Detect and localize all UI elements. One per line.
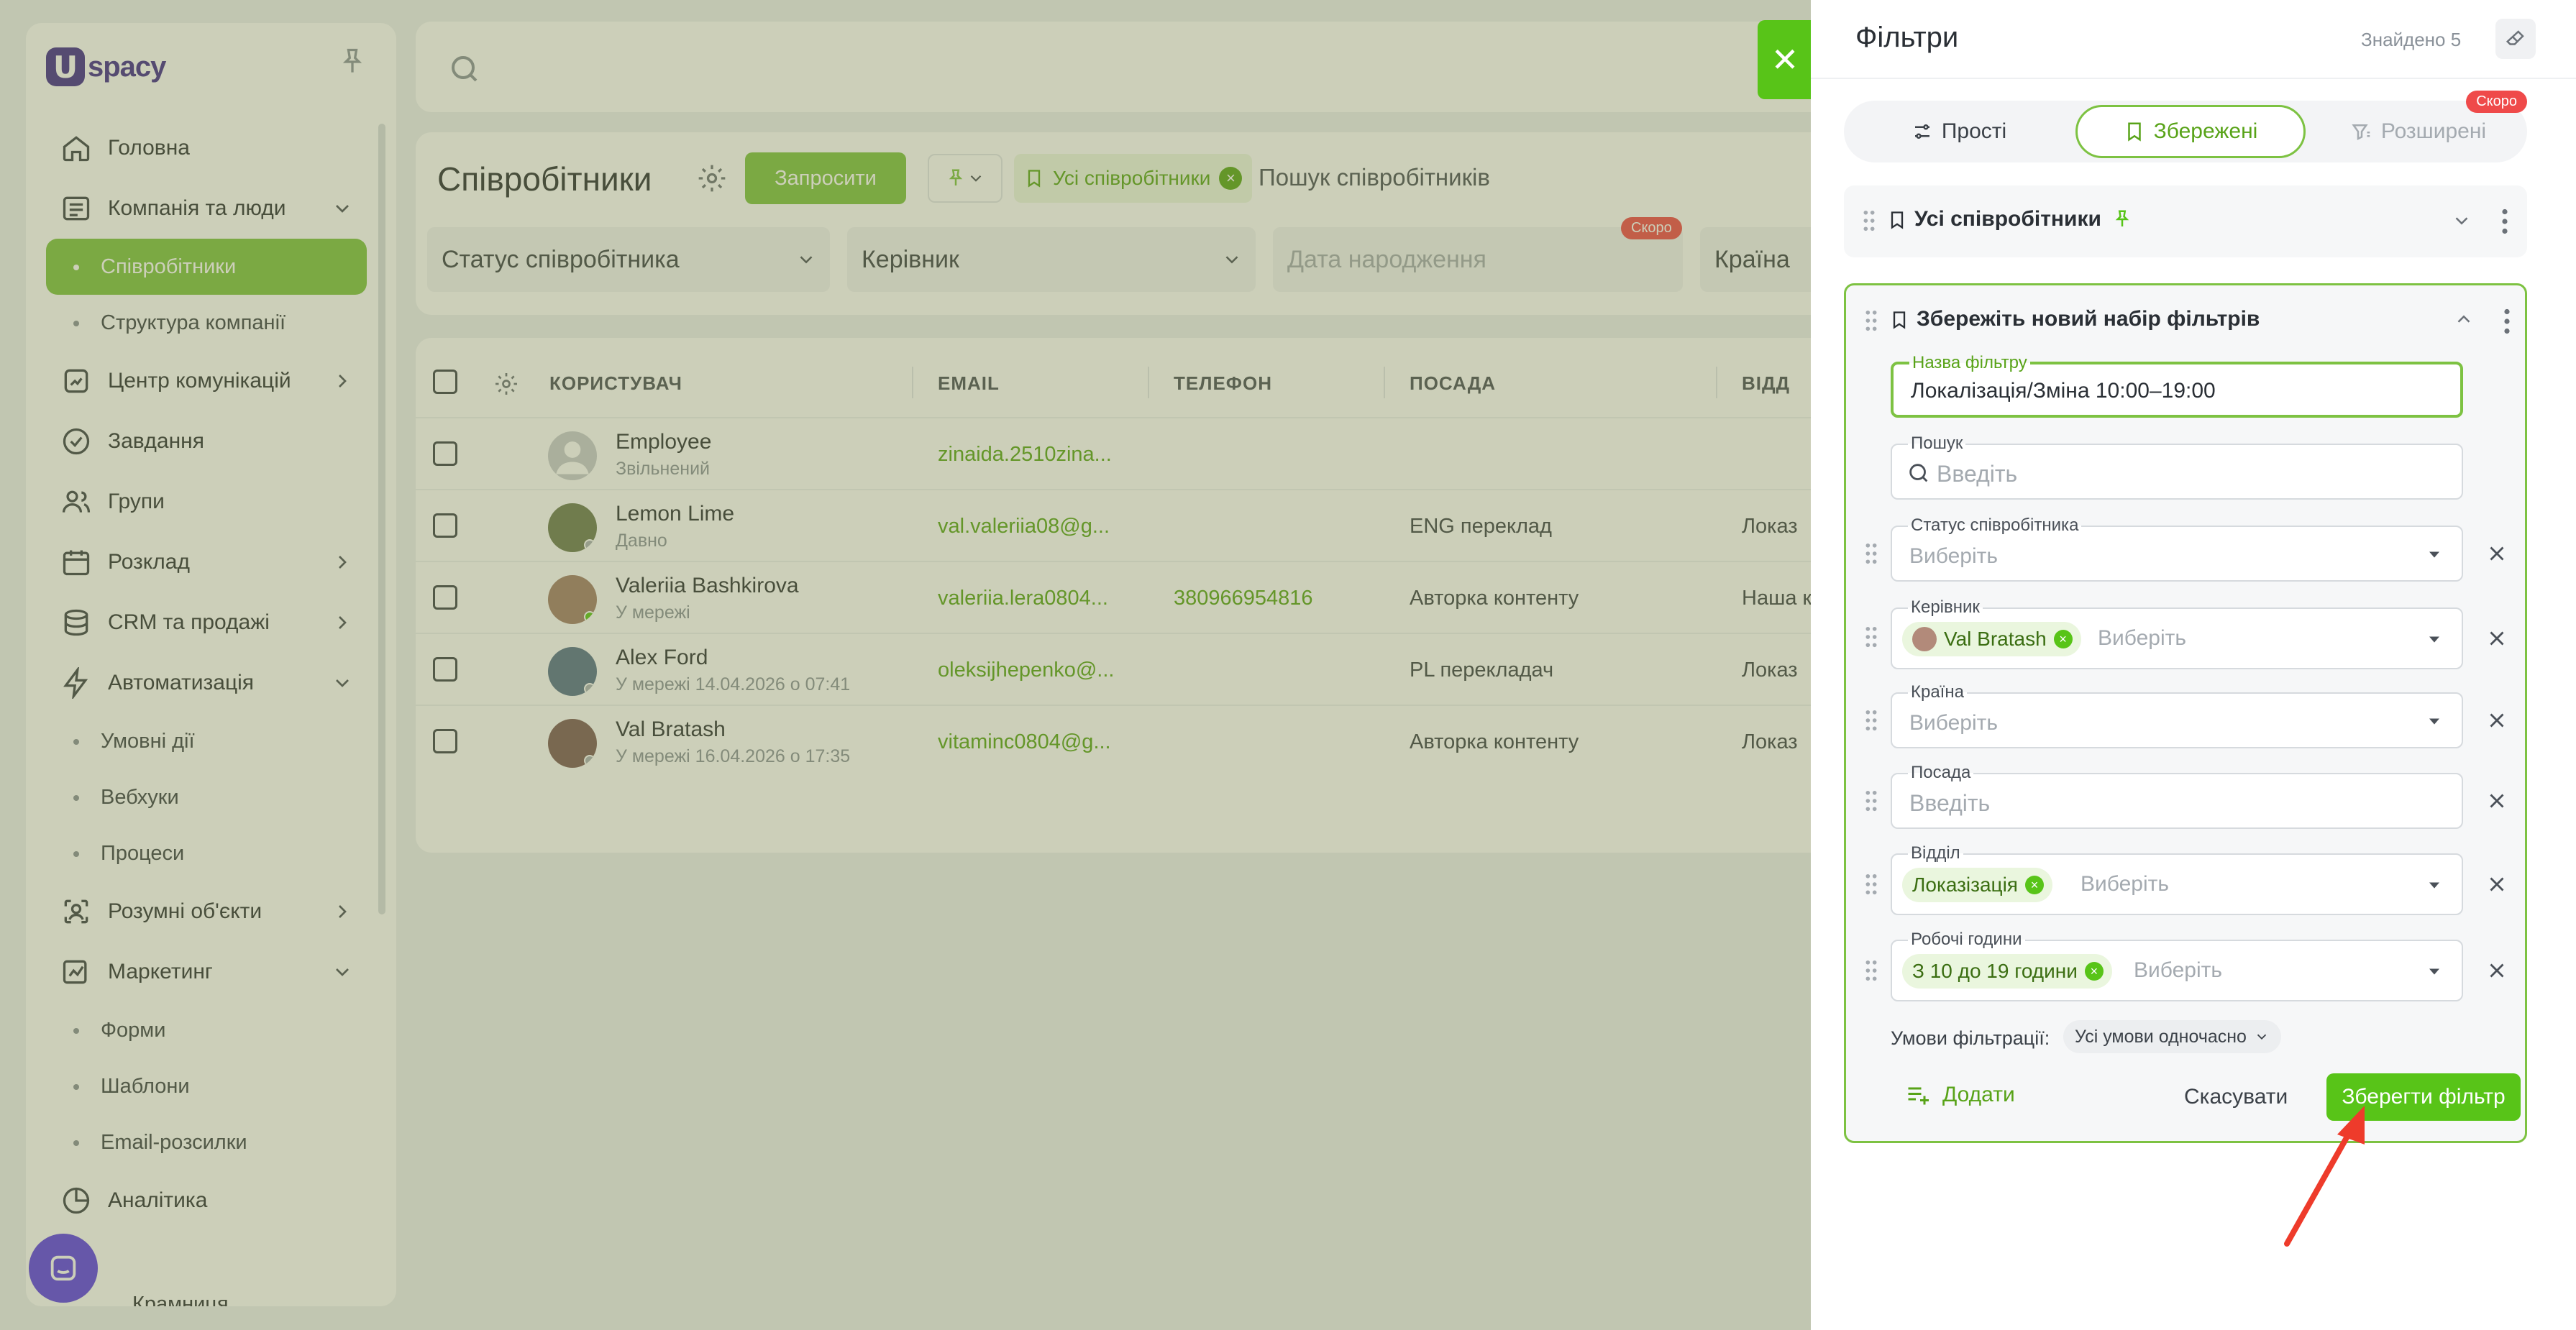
remove-field-icon[interactable] bbox=[2485, 541, 2509, 566]
field-label: Посада bbox=[1908, 763, 1974, 783]
tab-saved[interactable]: Збережені bbox=[2075, 105, 2306, 158]
close-icon: ✕ bbox=[1771, 41, 1799, 78]
conditions-dropdown[interactable]: Усі умови одночасно bbox=[2063, 1020, 2281, 1053]
position-input[interactable]: Посада Введіть bbox=[1891, 763, 2463, 829]
chip-label: Локазізація bbox=[1912, 873, 2018, 896]
remove-chip-icon[interactable]: × bbox=[2053, 630, 2073, 648]
filter-name-input[interactable]: Назва фільтру Локалізація/Зміна 10:00–19… bbox=[1891, 353, 2463, 418]
chevron-up-icon[interactable] bbox=[2453, 308, 2475, 330]
cancel-button[interactable]: Скасувати bbox=[2184, 1085, 2288, 1109]
field-placeholder: Виберіть bbox=[1909, 544, 1999, 568]
remove-field-icon[interactable] bbox=[2485, 789, 2509, 813]
remove-field-icon[interactable] bbox=[2485, 872, 2509, 896]
caret-down-icon bbox=[2429, 551, 2439, 558]
field-label: Керівник bbox=[1908, 597, 1983, 618]
annotation-arrow bbox=[2284, 1106, 2365, 1247]
modal-backdrop[interactable] bbox=[0, 0, 1811, 1330]
results-count: Знайдено 5 bbox=[2361, 29, 2462, 50]
search-field[interactable]: Пошук Введіть bbox=[1891, 434, 2463, 500]
tab-label: Збережені bbox=[2153, 119, 2258, 143]
working-hours-select[interactable]: Робочі години З 10 до 19 години × Вибері… bbox=[1891, 930, 2463, 1001]
saved-filter-set[interactable]: Усі співробітники bbox=[1844, 185, 2527, 257]
working-hours-chip[interactable]: З 10 до 19 години × bbox=[1902, 954, 2112, 989]
conditions-label: Умови фільтрації: bbox=[1891, 1027, 2050, 1049]
caret-down-icon bbox=[2429, 968, 2439, 975]
pin-icon[interactable] bbox=[2111, 208, 2133, 230]
sliders-icon bbox=[1914, 124, 1929, 139]
tab-advanced[interactable]: Розширені bbox=[2314, 105, 2523, 158]
field-value: Локалізація/Зміна 10:00–19:00 bbox=[1911, 379, 2216, 403]
drag-handle-icon[interactable] bbox=[1861, 210, 1877, 231]
more-options-icon[interactable] bbox=[2503, 308, 2511, 334]
tab-label: Розширені bbox=[2380, 119, 2487, 143]
drag-handle-icon[interactable] bbox=[1863, 710, 1879, 731]
field-placeholder: Введіть bbox=[1937, 461, 2018, 487]
remove-field-icon[interactable] bbox=[2485, 708, 2509, 733]
tab-simple[interactable]: Прості bbox=[1851, 105, 2067, 158]
department-select[interactable]: Відділ Локазізація × Виберіть bbox=[1891, 843, 2463, 915]
chip-label: Val Bratash bbox=[1944, 628, 2047, 650]
bookmark-icon bbox=[1893, 311, 1906, 329]
manager-select[interactable]: Керівник Val Bratash × Виберіть bbox=[1891, 597, 2463, 669]
avatar bbox=[1912, 627, 1937, 651]
department-chip[interactable]: Локазізація × bbox=[1902, 868, 2052, 902]
country-select[interactable]: Країна Виберіть bbox=[1891, 682, 2463, 748]
manager-chip[interactable]: Val Bratash × bbox=[1902, 622, 2081, 656]
chevron-down-icon[interactable] bbox=[2451, 210, 2472, 231]
drag-handle-icon[interactable] bbox=[1863, 310, 1879, 331]
status-select[interactable]: Статус співробітника Виберіть bbox=[1891, 515, 2463, 582]
search-icon bbox=[1909, 464, 1928, 482]
soon-badge: Скоро bbox=[2466, 91, 2527, 113]
new-set-title: Збережіть новий набір фільтрів bbox=[1917, 307, 2260, 331]
chevron-down-icon bbox=[2257, 1034, 2267, 1040]
filter-mode-tabs: Прості Збережені Розширені Скоро bbox=[1844, 91, 2527, 162]
panel-header: Фільтри Знайдено 5 bbox=[1811, 0, 2576, 79]
drag-handle-icon[interactable] bbox=[1863, 873, 1879, 895]
remove-field-icon[interactable] bbox=[2485, 626, 2509, 651]
filters-panel: Фільтри Знайдено 5 Прості Збережені Розш… bbox=[1811, 0, 2576, 1330]
field-placeholder: Виберіть bbox=[2134, 958, 2223, 982]
field-placeholder: Введіть bbox=[1909, 790, 1991, 816]
conditions-value: Усі умови одночасно bbox=[2075, 1026, 2247, 1047]
field-label: Робочі години bbox=[1908, 930, 2025, 950]
remove-chip-icon[interactable]: × bbox=[2084, 962, 2104, 981]
drag-handle-icon[interactable] bbox=[1863, 960, 1879, 981]
bookmark-icon bbox=[1891, 211, 1904, 229]
field-label: Країна bbox=[1908, 682, 1967, 702]
drag-handle-icon[interactable] bbox=[1863, 543, 1879, 564]
add-filter-button[interactable]: Додати bbox=[1905, 1082, 2015, 1108]
field-label: Відділ bbox=[1908, 843, 1963, 863]
clear-filters-button[interactable] bbox=[2495, 19, 2536, 59]
caret-down-icon bbox=[2429, 882, 2439, 889]
eraser-icon bbox=[2506, 30, 2524, 45]
chip-label: З 10 до 19 години bbox=[1912, 960, 2078, 982]
add-list-icon bbox=[1908, 1087, 1929, 1105]
remove-chip-icon[interactable]: × bbox=[2024, 876, 2044, 894]
field-placeholder: Виберіть bbox=[2098, 626, 2187, 650]
new-filter-set-form: Збережіть новий набір фільтрів Назва філ… bbox=[1844, 283, 2527, 1143]
field-label: Статус співробітника bbox=[1908, 515, 2082, 536]
more-options-icon[interactable] bbox=[2501, 208, 2508, 234]
add-label: Додати bbox=[1942, 1083, 2015, 1106]
field-placeholder: Виберіть bbox=[1909, 711, 1999, 735]
caret-down-icon bbox=[2429, 636, 2439, 643]
caret-down-icon bbox=[2429, 718, 2439, 725]
saved-set-name: Усі співробітники bbox=[1914, 207, 2133, 231]
drag-handle-icon[interactable] bbox=[1863, 626, 1879, 648]
close-panel-button[interactable]: ✕ bbox=[1758, 20, 1812, 99]
tab-label: Прості bbox=[1941, 119, 2007, 143]
bookmark-icon bbox=[2127, 122, 2141, 142]
panel-title: Фільтри bbox=[1855, 22, 1959, 53]
field-label: Пошук bbox=[1908, 434, 1966, 454]
field-placeholder: Виберіть bbox=[2081, 872, 2170, 896]
field-label: Назва фільтру bbox=[1909, 353, 2030, 373]
remove-field-icon[interactable] bbox=[2485, 958, 2509, 983]
saved-set-label: Усі співробітники bbox=[1914, 207, 2101, 231]
advanced-filter-icon bbox=[2352, 124, 2370, 141]
drag-handle-icon[interactable] bbox=[1863, 790, 1879, 812]
